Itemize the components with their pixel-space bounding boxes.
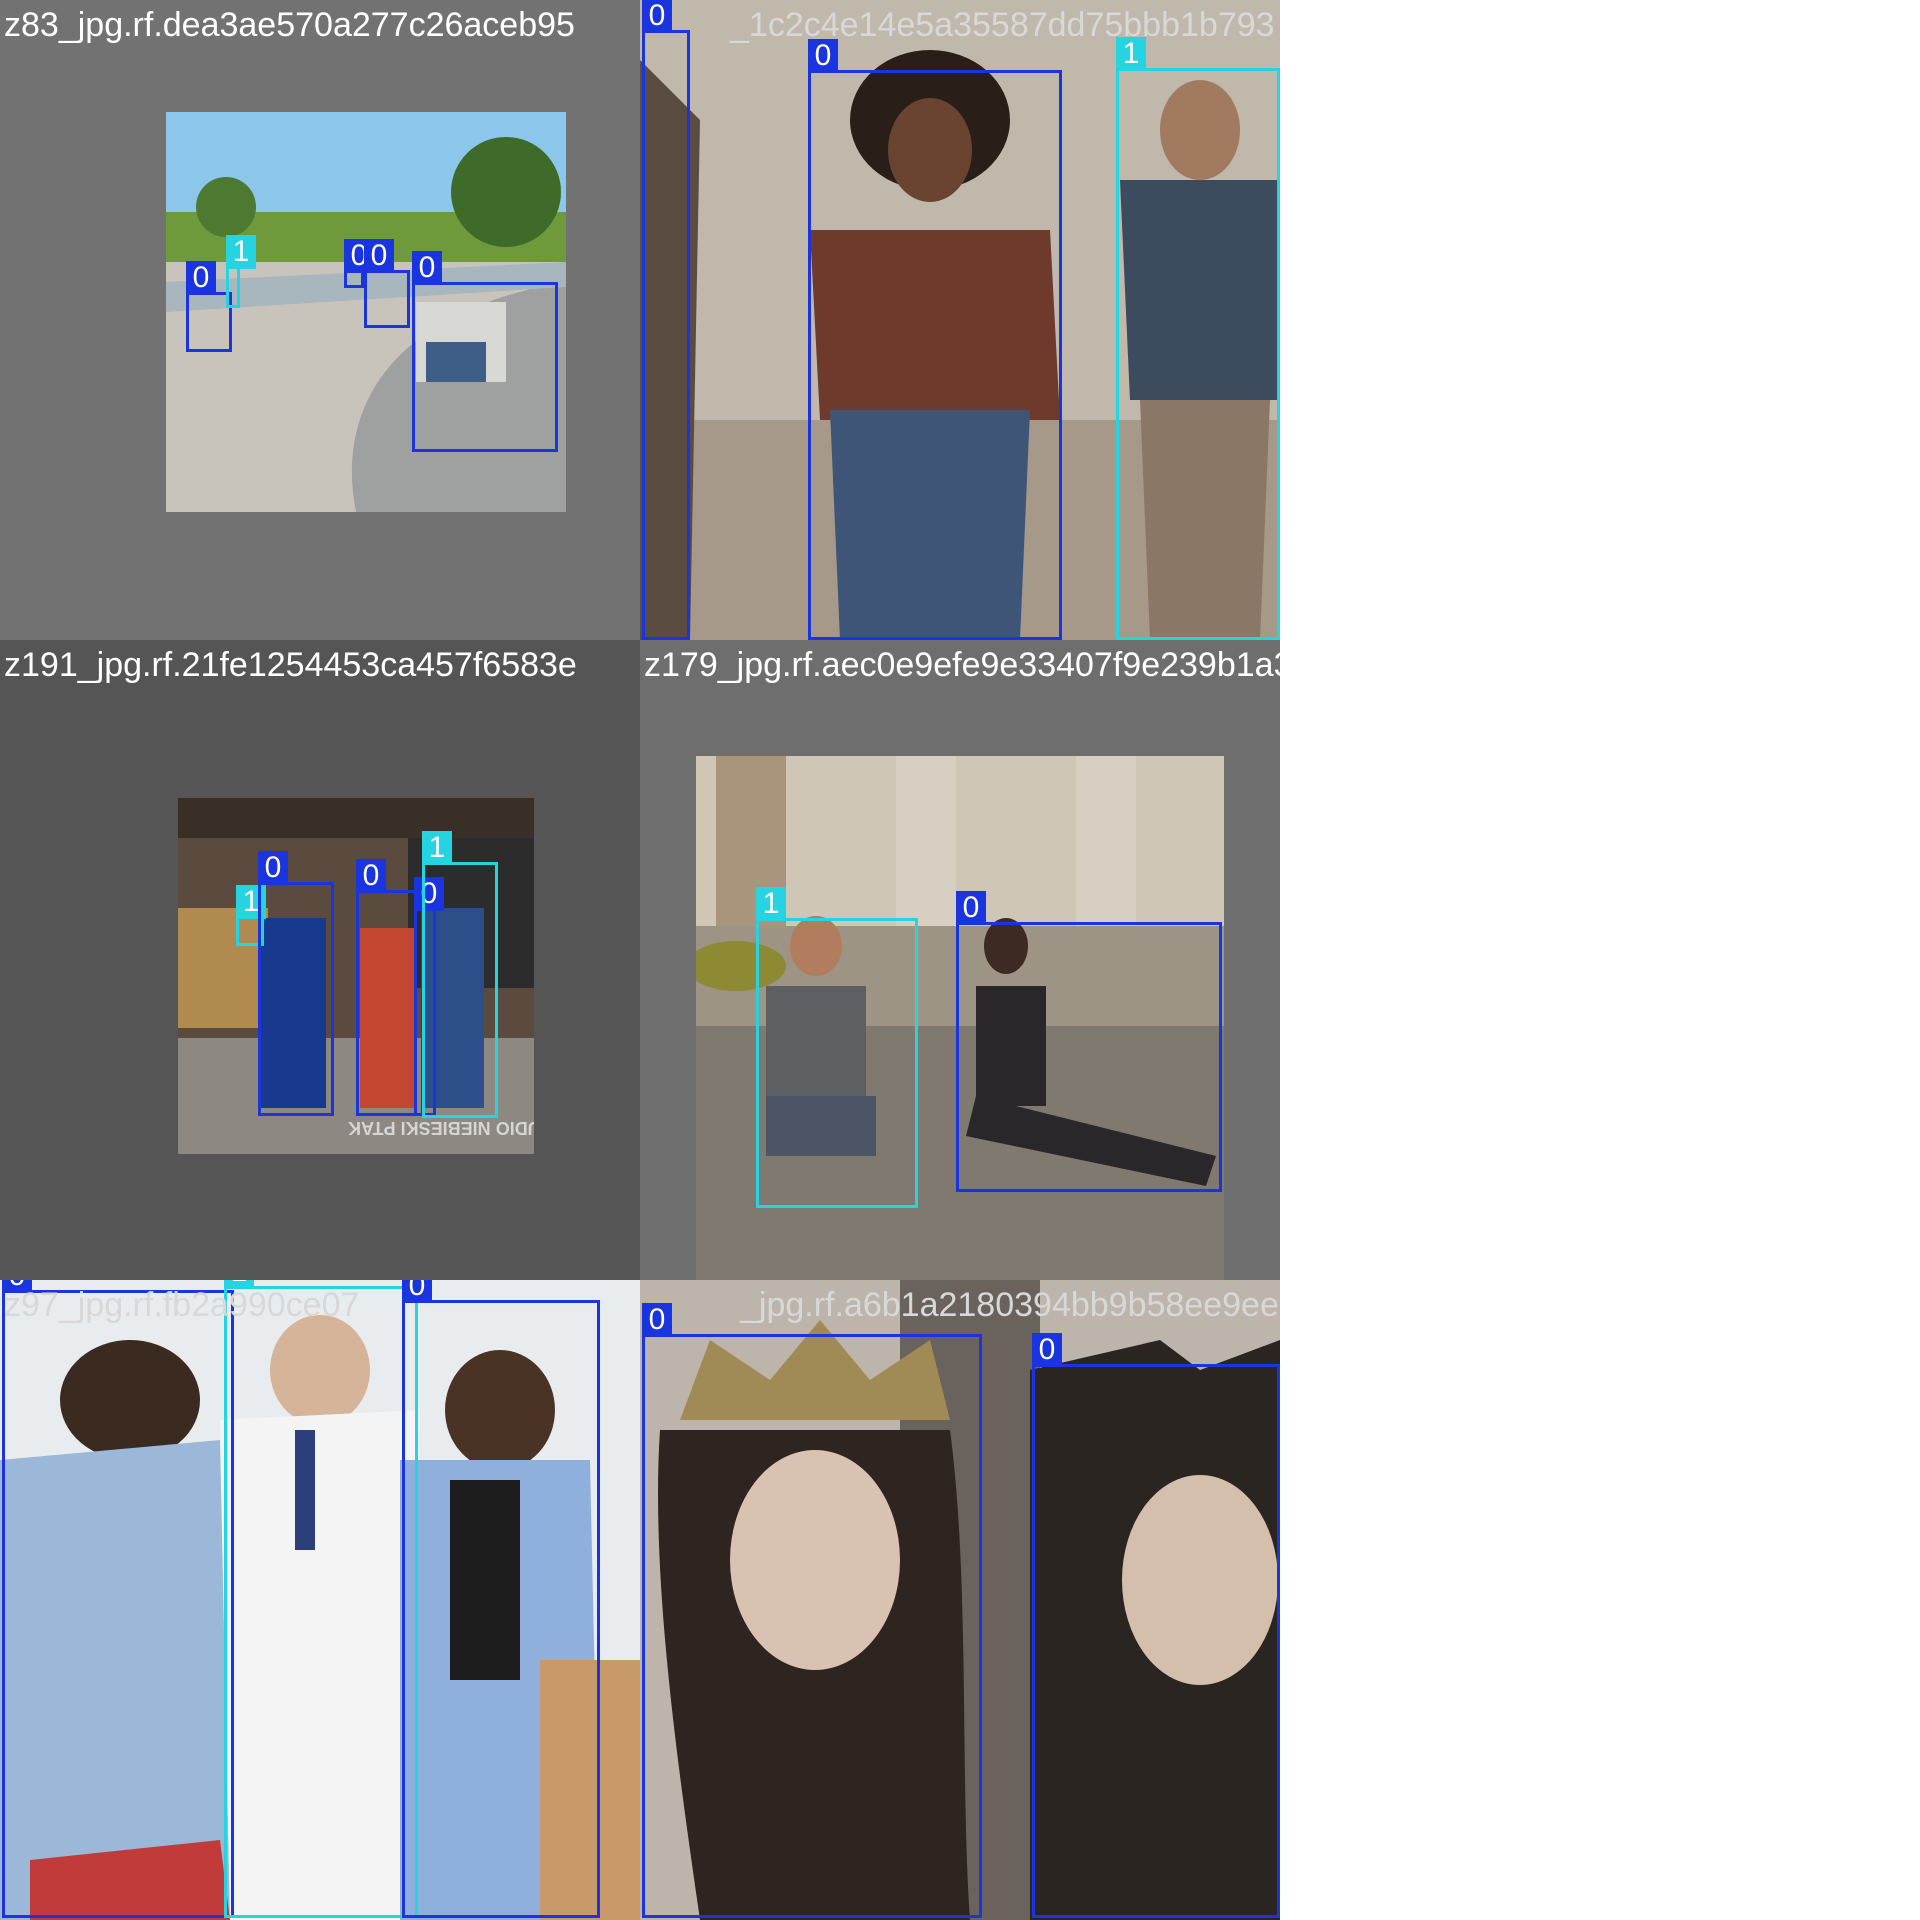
detection-box: 1: [226, 235, 256, 308]
detection-box: 0: [808, 39, 1062, 640]
detection-box: 0: [344, 239, 374, 288]
mosaic-tile-3: STUDIO NIEBIESKI PTAK 1 0 0 0 1 z191_jpg…: [0, 640, 640, 1280]
mosaic-tile-6: 0 0 _jpg.rf.a6b1a2180394bb9b58ee9ee7da06: [640, 1280, 1280, 1920]
watermark-text: STUDIO NIEBIESKI PTAK: [348, 1118, 534, 1138]
class-label: 0: [956, 891, 986, 925]
class-label: 0: [402, 1280, 432, 1303]
image-filename: _1c2c4e14e5a35587dd75bbb1b793: [730, 6, 1275, 44]
class-label: 0: [642, 0, 672, 33]
detection-box: 1: [224, 1280, 418, 1918]
detection-box: 0: [642, 0, 690, 640]
class-label: 0: [642, 1303, 672, 1337]
class-label: 0: [186, 261, 216, 295]
detection-box: 1: [422, 831, 498, 1118]
class-label: 0: [356, 859, 386, 893]
detection-box: 0: [364, 239, 410, 328]
detection-box: 0: [258, 851, 334, 1116]
image-filename: z191_jpg.rf.21fe1254453ca457f6583e: [4, 646, 577, 684]
detection-box: 1: [756, 887, 918, 1208]
detection-box: 0: [642, 1303, 982, 1918]
class-label: 1: [226, 235, 256, 269]
mosaic-tile-4: 1 0 z179_jpg.rf.aec0e9efe9e33407f9e239b1…: [640, 640, 1280, 1280]
detection-box: 0: [2, 1280, 234, 1918]
mosaic-tile-1: 0 1 0 0 0 z83_jpg.rf.dea3ae570a277c26ace…: [0, 0, 640, 640]
class-label: 1: [756, 887, 786, 921]
image-filename: _jpg.rf.a6b1a2180394bb9b58ee9ee7da06: [740, 1286, 1280, 1324]
class-label: 0: [1032, 1333, 1062, 1367]
class-label: 1: [422, 831, 452, 865]
detection-box: 0: [956, 891, 1222, 1192]
mosaic-tile-2: 0 0 1 _1c2c4e14e5a35587dd75bbb1b793: [640, 0, 1280, 640]
detection-box: 0: [1032, 1333, 1280, 1918]
mosaic-tile-5: 0 1 0 z97_jpg.rf.fb2a990ce07: [0, 1280, 640, 1920]
image-filename: z179_jpg.rf.aec0e9efe9e33407f9e239b1a37a: [644, 646, 1280, 684]
detection-box: 1: [1116, 37, 1280, 640]
detection-box: 0: [412, 251, 558, 452]
class-label: 0: [412, 251, 442, 285]
class-label: 0: [364, 239, 394, 273]
image-filename: z97_jpg.rf.fb2a990ce07: [4, 1286, 360, 1324]
class-label: 0: [258, 851, 288, 885]
detection-box: 0: [402, 1280, 600, 1918]
image-filename: z83_jpg.rf.dea3ae570a277c26aceb95: [4, 6, 575, 44]
